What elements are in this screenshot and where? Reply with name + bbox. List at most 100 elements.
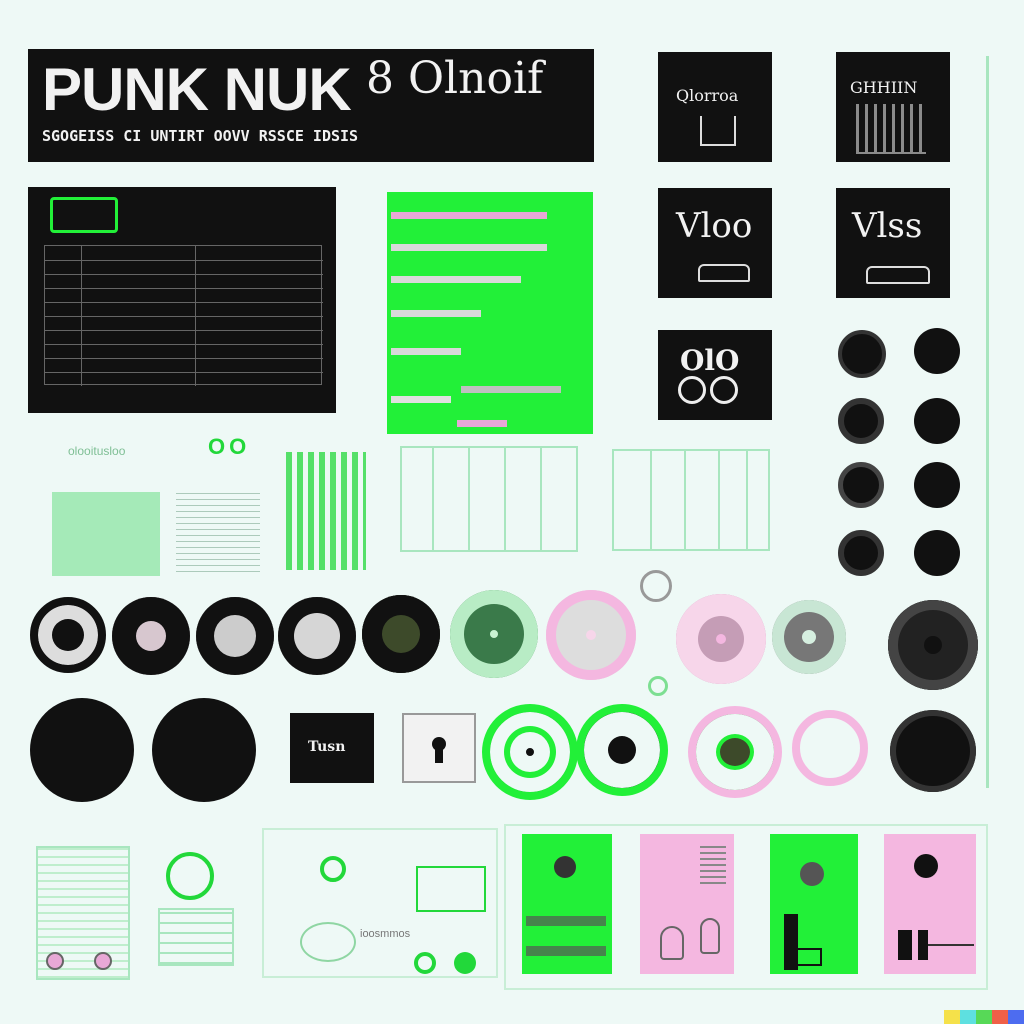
switch-icon	[898, 930, 912, 960]
dial-button[interactable]	[196, 597, 274, 675]
swatch-card[interactable]	[52, 492, 160, 576]
thumbnail-label: GHHIIN	[850, 78, 918, 97]
green-dial-icon	[414, 952, 436, 974]
dial-button[interactable]	[450, 590, 538, 678]
knob-icon	[914, 854, 938, 878]
thumbnail-card-2[interactable]: GHHIIN	[836, 52, 950, 162]
bar-row	[391, 396, 451, 403]
small-ring-icon	[648, 676, 668, 696]
app-title: PUNK NUK	[42, 56, 352, 123]
green-module-icon	[416, 866, 486, 912]
pink-led-icon	[94, 952, 112, 970]
toggle-button[interactable]	[688, 706, 782, 798]
oo-mark: OO	[208, 434, 251, 459]
panel-label: ioosmmos	[360, 928, 411, 940]
divider-line	[928, 944, 974, 946]
small-ring-icon	[640, 570, 672, 602]
device-icon	[50, 197, 118, 233]
knob-button[interactable]	[838, 530, 884, 576]
lock-card[interactable]	[402, 713, 476, 783]
knob-button[interactable]	[838, 462, 884, 508]
lotus-icon	[166, 852, 214, 900]
bar-row	[391, 212, 547, 219]
knob-button[interactable]	[914, 398, 960, 444]
switch-icon	[918, 930, 928, 960]
car-icon	[698, 264, 750, 282]
device-outline: ioosmmos	[262, 828, 498, 978]
key-label: Tusn	[308, 739, 346, 755]
toggle-button[interactable]	[482, 704, 578, 800]
card-green-1[interactable]	[522, 834, 612, 974]
lever-icon	[794, 948, 822, 966]
knob-button[interactable]	[914, 328, 960, 374]
signal-meter	[36, 846, 130, 980]
car-icon	[866, 266, 930, 284]
knob-button[interactable]	[838, 398, 884, 444]
dial-button[interactable]	[362, 595, 440, 673]
strip-bar	[700, 844, 726, 884]
data-grid	[44, 245, 323, 386]
pedestal-icon	[700, 116, 736, 146]
table-card[interactable]	[176, 490, 260, 572]
bell-icon	[660, 926, 684, 960]
dial-button[interactable]	[112, 597, 190, 675]
green-dial-icon	[320, 856, 346, 882]
thumbnail-card-4[interactable]: Vlss	[836, 188, 950, 298]
dial-button[interactable]	[278, 597, 356, 675]
color-strip	[944, 1010, 1024, 1024]
toggle-button[interactable]	[576, 704, 668, 796]
scrollbar-track[interactable]	[986, 56, 989, 788]
thumbnail-card-3[interactable]: Vloo	[658, 188, 772, 298]
dial-button[interactable]	[676, 594, 766, 684]
key-card[interactable]: Tusn	[290, 713, 374, 783]
power-button[interactable]	[890, 710, 976, 792]
knob-icon	[800, 862, 824, 886]
header-subtitle: SGOGEISS CI UNTIRT OOVV RSSCE IDSIS	[42, 127, 359, 145]
dial-button[interactable]	[30, 597, 106, 673]
caption-text: olooitusloo	[68, 444, 126, 458]
thumbnail-card-1[interactable]: Qlorroa	[658, 52, 772, 162]
bar-row	[391, 244, 547, 251]
dial-button[interactable]	[772, 600, 846, 674]
header-banner: PUNK NUK 8 Olnoif SGOGEISS CI UNTIRT OOV…	[28, 49, 594, 162]
pink-led-icon	[46, 952, 64, 970]
large-circle-button[interactable]	[152, 698, 256, 802]
bar-row	[461, 386, 561, 393]
thumbnail-label: OlO	[680, 344, 740, 377]
knob-button[interactable]	[914, 530, 960, 576]
bar-row	[457, 420, 507, 427]
knob-button[interactable]	[838, 330, 886, 378]
bar-row	[391, 276, 521, 283]
strip-bar	[526, 946, 606, 956]
bar-row	[391, 310, 481, 317]
column-grid	[612, 449, 770, 551]
knob-button[interactable]	[914, 462, 960, 508]
card-pink-2[interactable]	[884, 834, 976, 974]
strip-bar	[526, 916, 606, 926]
dial-button[interactable]	[888, 600, 978, 690]
ring-icon	[710, 376, 738, 404]
column-grid	[400, 446, 578, 552]
bar-panel	[387, 192, 593, 434]
brand-label: 8 Olnoif	[366, 53, 544, 104]
bar-row	[391, 348, 461, 355]
toggle-button[interactable]	[792, 710, 868, 786]
thumbnail-card-5[interactable]: OlO	[658, 330, 772, 420]
card-green-2[interactable]	[770, 834, 858, 974]
green-dial-icon	[454, 952, 476, 974]
knob-icon	[554, 856, 576, 878]
card-pink-1[interactable]	[640, 834, 734, 974]
thumbnail-label: Qlorroa	[676, 86, 739, 105]
pattern-card[interactable]	[286, 452, 366, 570]
thumbnail-label: Vloo	[676, 206, 753, 246]
data-panel	[28, 187, 336, 413]
lotus-base	[158, 908, 234, 966]
dial-button[interactable]	[546, 590, 636, 680]
thumbnail-label: Vlss	[852, 206, 923, 246]
bell-icon	[700, 918, 720, 954]
large-circle-button[interactable]	[30, 698, 134, 802]
city-skyline-icon	[856, 104, 926, 154]
keyhole-icon	[435, 747, 443, 763]
ring-icon	[678, 376, 706, 404]
camera-icon	[300, 922, 356, 962]
